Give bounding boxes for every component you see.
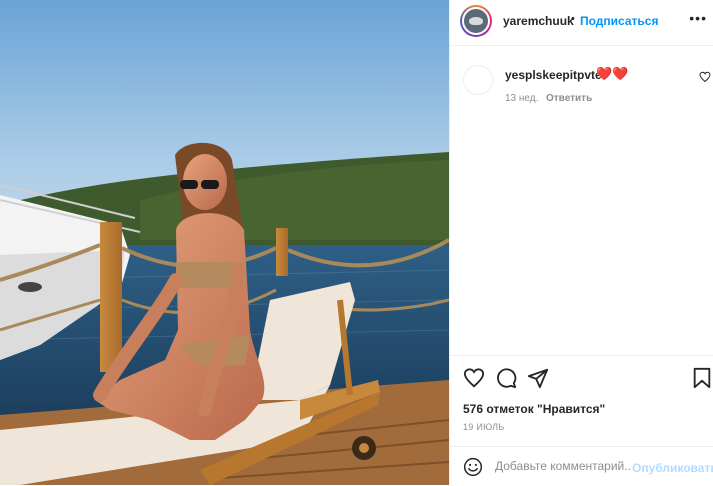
post-photo-image: [0, 0, 449, 485]
comment-text: ❤️❤️: [596, 66, 629, 81]
post-side-panel: yaremchuuk • Подписаться ••• yesplskeepi…: [449, 0, 713, 485]
bookmark-icon[interactable]: [691, 367, 713, 389]
author-avatar[interactable]: [460, 5, 492, 37]
instagram-post: yaremchuuk • Подписаться ••• yesplskeepi…: [0, 0, 713, 485]
likes-count[interactable]: 576 отметок "Нравится": [463, 402, 605, 416]
author-username[interactable]: yaremchuuk: [503, 14, 574, 28]
comment-composer: Опубликовать: [450, 446, 713, 486]
comment-input[interactable]: [495, 456, 631, 476]
publish-button[interactable]: Опубликовать: [632, 461, 713, 475]
action-bar: [450, 355, 713, 396]
commenter-avatar[interactable]: [463, 65, 493, 95]
comment-icon[interactable]: [495, 367, 517, 389]
more-horizontal-icon[interactable]: •••: [689, 10, 707, 26]
author-avatar-image: [462, 7, 490, 35]
comment-time[interactable]: 13 нед.: [505, 93, 538, 104]
post-header: yaremchuuk • Подписаться •••: [450, 0, 713, 46]
smiley-icon[interactable]: [463, 457, 483, 477]
header-separator: •: [571, 13, 575, 25]
reply-button[interactable]: Ответить: [546, 93, 592, 104]
heart-icon[interactable]: [463, 367, 485, 389]
share-icon[interactable]: [527, 367, 549, 389]
comment-heart-icon[interactable]: [699, 71, 711, 83]
follow-button[interactable]: Подписаться: [580, 14, 658, 28]
post-date[interactable]: 19 ИЮЛЬ: [463, 422, 505, 432]
commenter-username[interactable]: yesplskeepitpvte: [505, 68, 602, 82]
post-photo[interactable]: [0, 0, 449, 485]
